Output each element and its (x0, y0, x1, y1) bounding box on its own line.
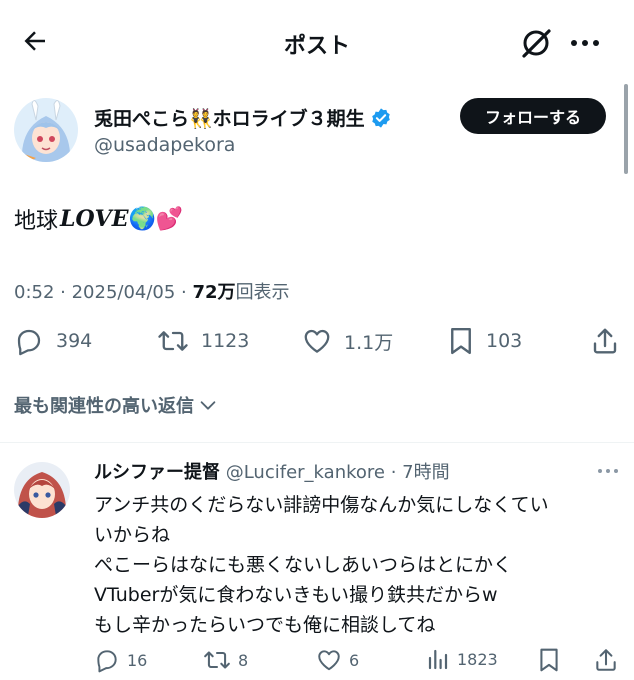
reply-repost-count: 8 (238, 650, 249, 670)
reply-icon (97, 650, 117, 673)
share-button[interactable] (590, 326, 620, 356)
more-options-button[interactable] (568, 30, 602, 56)
like-count: 1.1万 (344, 331, 394, 354)
reply-text: アンチ共のくだらない誹謗中傷なんか気にしなくてい いからね ぺこーらはなにも悪く… (94, 490, 622, 640)
repost-count: 1123 (201, 330, 250, 352)
repost-icon (158, 331, 188, 351)
follow-button[interactable]: フォローする (460, 98, 606, 134)
post-text-prefix: 地球 (14, 209, 59, 234)
post-text-emoji: 🌍💕 (128, 206, 184, 232)
scrollbar[interactable] (624, 84, 628, 174)
view-count: 72万 (192, 282, 236, 303)
view-label: 回表示 (235, 282, 290, 303)
reply-icon (17, 329, 41, 356)
reply-sort-label: 最も関連性の高い返信 (14, 396, 194, 417)
reply-views-action[interactable]: 1823 (426, 647, 498, 671)
ellipsis-icon (571, 40, 599, 46)
reply-text-line: VTuberが気に食わないきもい撮り鉄共だからw (94, 584, 498, 606)
grok-icon (522, 29, 551, 58)
post-meta: 0:52 · 2025/04/05 · 72万回表示 (14, 278, 290, 304)
display-name-text: 兎田ぺこら👯ホロライブ３期生 (94, 108, 365, 130)
post-author-handle[interactable]: @usadapekora (94, 134, 235, 156)
analytics-icon (428, 649, 448, 670)
heart-icon (318, 650, 340, 671)
repost-action[interactable]: 1123 (157, 326, 249, 356)
bookmark-action[interactable]: 103 (448, 326, 522, 356)
bookmark-icon (451, 327, 471, 355)
reply-text-line: いからね (94, 524, 171, 546)
bookmark-count: 103 (486, 330, 523, 352)
reply-text-line: もし辛かったらいつでも俺に相談してね (94, 614, 436, 636)
post-author-name[interactable]: 兎田ぺこら👯ホロライブ３期生 (94, 104, 392, 131)
like-action[interactable]: 1.1万 (302, 326, 393, 356)
avatar[interactable] (14, 98, 78, 162)
verified-badge-icon (371, 107, 390, 128)
grok-button[interactable] (519, 26, 553, 60)
share-icon (596, 649, 616, 671)
repost-icon (204, 651, 230, 669)
bookmark-icon (540, 648, 558, 672)
post-timestamp[interactable]: 0:52 · 2025/04/05 · (14, 282, 193, 303)
reply-reply-action[interactable]: 16 (94, 647, 147, 673)
reply-author-name: ルシファー提督 (94, 462, 220, 483)
post-text-love: 𝑳𝑶𝑽𝑬 (60, 206, 129, 232)
reply-like-count: 6 (349, 650, 360, 670)
post-text: 地球 𝑳𝑶𝑽𝑬 🌍💕 (14, 203, 183, 235)
heart-icon (304, 329, 330, 353)
divider (0, 442, 634, 443)
reply-count: 394 (56, 330, 93, 352)
reply-bookmark-action[interactable] (538, 647, 560, 673)
reply-repost-action[interactable]: 8 (203, 647, 248, 673)
reply-reply-count: 16 (127, 650, 148, 670)
reply-more-button[interactable] (596, 466, 620, 476)
avatar-image (14, 98, 78, 162)
reply-handle-time: @Lucifer_kankore · 7時間 (220, 462, 450, 483)
reply-text-line: アンチ共のくだらない誹謗中傷なんか気にしなくてい (94, 494, 549, 516)
chevron-down-icon (200, 401, 216, 410)
reply-action[interactable]: 394 (14, 326, 92, 356)
reply-text-line: ぺこーらはなにも悪くないしあいつらはとにかく (94, 554, 513, 576)
reply-avatar-image (14, 462, 70, 518)
reply-like-action[interactable]: 6 (316, 647, 359, 673)
share-icon (593, 328, 617, 354)
reply-sort-dropdown[interactable]: 最も関連性の高い返信 (14, 392, 219, 418)
ellipsis-icon (598, 469, 618, 473)
reply-author[interactable]: ルシファー提督 @Lucifer_kankore · 7時間 (94, 458, 450, 484)
reply-view-count: 1823 (457, 649, 498, 669)
reply-avatar[interactable] (14, 462, 70, 518)
reply-share-button[interactable] (593, 647, 619, 673)
